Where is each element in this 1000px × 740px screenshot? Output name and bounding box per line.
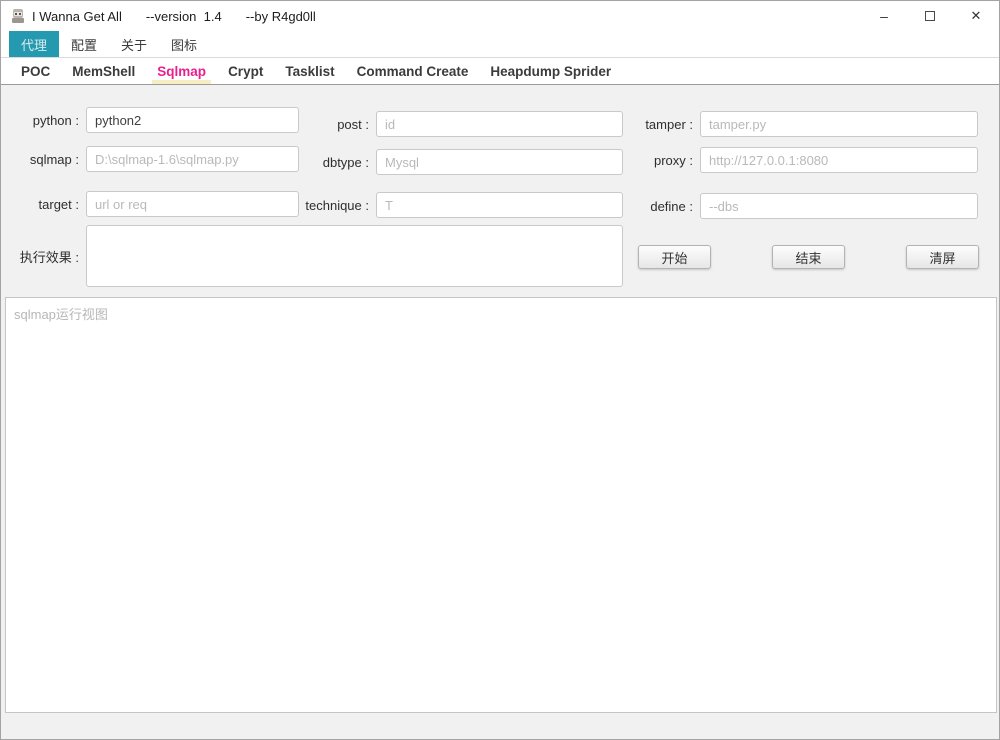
close-icon: ✕ [971,8,982,24]
window-title-author: --by R4gd0ll [246,9,316,24]
tab-poc[interactable]: POC [10,58,61,84]
window-title-app: I Wanna Get All [32,9,122,24]
sqlmap-panel: python : post : tamper : sqlmap : dbtype… [1,85,999,739]
define-label: define : [633,199,693,214]
python-input[interactable] [86,107,299,133]
technique-input[interactable] [376,192,623,218]
window-title: I Wanna Get All --version 1.4 --by R4gd0… [32,9,340,24]
result-output-area[interactable] [86,225,623,287]
minimize-icon: – [880,11,888,21]
sqlmap-output-area[interactable] [5,297,997,713]
post-input[interactable] [376,111,623,137]
tab-heapdump-sprider[interactable]: Heapdump Sprider [479,58,622,84]
menu-item-icon[interactable]: 图标 [159,31,209,57]
window-controls: – ✕ [861,1,999,31]
tab-bar: POC MemShell Sqlmap Crypt Tasklist Comma… [1,58,999,85]
dbtype-input[interactable] [376,149,623,175]
stop-button[interactable]: 结束 [772,245,845,269]
clear-button[interactable]: 清屏 [906,245,979,269]
close-button[interactable]: ✕ [953,1,999,31]
title-bar: I Wanna Get All --version 1.4 --by R4gd0… [1,1,999,31]
menu-item-about[interactable]: 关于 [109,31,159,57]
window-title-version: --version 1.4 [146,9,222,24]
minimize-button[interactable]: – [861,1,907,31]
tab-command-create[interactable]: Command Create [346,58,480,84]
python-label: python : [11,113,79,128]
proxy-label: proxy : [633,153,693,168]
maximize-button[interactable] [907,1,953,31]
sqlmap-label: sqlmap : [11,152,79,167]
menu-bar: 代理 配置 关于 图标 [1,31,999,58]
tamper-label: tamper : [633,117,693,132]
sqlmap-input[interactable] [86,146,299,172]
app-window: I Wanna Get All --version 1.4 --by R4gd0… [0,0,1000,740]
maximize-icon [925,11,935,21]
tab-tasklist[interactable]: Tasklist [274,58,345,84]
result-label: 执行效果 : [11,225,79,287]
technique-label: technique : [301,198,369,213]
target-input[interactable] [86,191,299,217]
menu-item-proxy[interactable]: 代理 [9,31,59,57]
tamper-input[interactable] [700,111,978,137]
tab-memshell[interactable]: MemShell [61,58,146,84]
menu-item-config[interactable]: 配置 [59,31,109,57]
proxy-input[interactable] [700,147,978,173]
start-button[interactable]: 开始 [638,245,711,269]
target-label: target : [11,197,79,212]
app-icon [10,8,26,24]
post-label: post : [301,117,369,132]
tab-crypt[interactable]: Crypt [217,58,274,84]
dbtype-label: dbtype : [301,155,369,170]
tab-sqlmap[interactable]: Sqlmap [146,58,217,84]
define-input[interactable] [700,193,978,219]
